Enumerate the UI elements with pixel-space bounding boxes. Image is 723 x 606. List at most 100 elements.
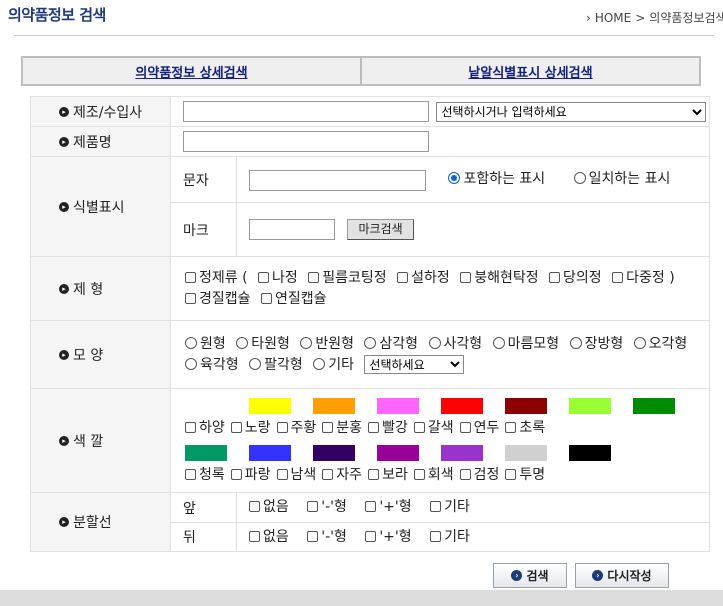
radio-rectangle[interactable]: 장방형	[569, 334, 623, 355]
radio-control[interactable]	[569, 336, 582, 349]
identifier-text-input[interactable]	[249, 170, 426, 191]
color-checkbox[interactable]: 노랑	[230, 418, 271, 439]
radio-triangle[interactable]: 삼각형	[364, 334, 418, 355]
tab-drug-info-detail-search[interactable]: 의약품정보 상세검색	[23, 58, 360, 84]
manufacturer-select[interactable]: 선택하시거나 입력하세요	[436, 101, 707, 122]
checkbox-control[interactable]	[459, 468, 471, 480]
checkbox-control[interactable]	[505, 468, 517, 480]
color-checkbox[interactable]: 하양	[185, 418, 225, 439]
product-name-input[interactable]	[183, 131, 429, 152]
back-plus[interactable]: '+'형	[365, 527, 412, 548]
radio-control[interactable]	[185, 336, 197, 349]
search-button[interactable]: › 검색	[493, 563, 567, 588]
checkbox-control[interactable]	[549, 271, 561, 283]
checkbox-control[interactable]	[258, 271, 270, 283]
checkbox-control[interactable]	[249, 501, 260, 512]
checkbox-multilayer[interactable]: 다중정 )	[612, 268, 675, 289]
mark-input[interactable]	[249, 218, 335, 240]
radio-other-shape[interactable]: 기타	[313, 355, 354, 376]
checkbox-sublingual[interactable]: 설하정	[397, 268, 450, 289]
color-checkbox[interactable]: 검정	[459, 465, 499, 486]
checkbox-control[interactable]	[322, 468, 334, 480]
checkbox-control[interactable]	[308, 271, 320, 283]
radio-control[interactable]	[364, 336, 377, 349]
radio-contains-control[interactable]	[448, 172, 461, 184]
manufacturer-input[interactable]	[183, 101, 429, 122]
checkbox-control[interactable]	[365, 501, 377, 512]
back-minus[interactable]: '-'형	[307, 527, 347, 548]
color-checkbox[interactable]: 파랑	[230, 465, 271, 486]
checkbox-control[interactable]	[413, 468, 425, 480]
tab-pill-id-detail-search[interactable]: 낱알식별표시 상세검색	[360, 58, 699, 84]
checkbox-control[interactable]	[185, 271, 196, 283]
checkbox-control[interactable]	[276, 468, 288, 480]
color-checkbox[interactable]: 분홍	[322, 418, 362, 439]
radio-exact[interactable]: 일치하는 표시	[573, 171, 670, 187]
checkbox-film-coated[interactable]: 필름코팅정	[308, 268, 387, 289]
radio-control[interactable]	[313, 357, 326, 370]
color-checkbox[interactable]: 연두	[459, 418, 499, 439]
radio-control[interactable]	[492, 336, 505, 349]
checkbox-control[interactable]	[307, 530, 319, 542]
checkbox-control[interactable]	[430, 501, 442, 512]
checkbox-control[interactable]	[185, 468, 196, 480]
front-minus[interactable]: '-'형	[307, 497, 347, 518]
radio-round[interactable]: 원형	[185, 334, 226, 355]
front-other[interactable]: 기타	[430, 497, 470, 518]
back-none[interactable]: 없음	[249, 527, 289, 548]
checkbox-control[interactable]	[230, 421, 242, 433]
checkbox-control[interactable]	[612, 271, 624, 283]
color-checkbox[interactable]: 투명	[505, 465, 545, 486]
radio-control[interactable]	[249, 357, 262, 370]
checkbox-control[interactable]	[322, 421, 334, 433]
color-checkbox[interactable]: 주황	[276, 418, 316, 439]
checkbox-tablet[interactable]: 정제류 (	[185, 268, 248, 289]
checkbox-control[interactable]	[460, 271, 472, 283]
radio-control[interactable]	[300, 336, 313, 349]
checkbox-soft-capsule[interactable]: 연질캡슐	[260, 289, 327, 310]
back-other[interactable]: 기타	[430, 527, 470, 548]
checkbox-sugar-coated[interactable]: 당의정	[549, 268, 602, 289]
radio-hexagon[interactable]: 육각형	[185, 355, 239, 376]
radio-contains[interactable]: 포함하는 표시	[448, 171, 545, 187]
checkbox-control[interactable]	[397, 271, 409, 283]
mark-search-button[interactable]: 마크검색	[347, 219, 414, 241]
checkbox-control[interactable]	[413, 421, 425, 433]
reset-button[interactable]: › 다시작성	[575, 563, 669, 588]
color-checkbox[interactable]: 갈색	[413, 418, 454, 439]
checkbox-control[interactable]	[249, 530, 260, 542]
checkbox-control[interactable]	[185, 421, 196, 433]
checkbox-control[interactable]	[260, 292, 272, 304]
checkbox-hard-capsule[interactable]: 경질캡슐	[185, 289, 251, 310]
radio-exact-control[interactable]	[573, 172, 586, 184]
color-checkbox[interactable]: 자주	[322, 465, 362, 486]
checkbox-control[interactable]	[307, 501, 319, 512]
radio-oval[interactable]: 타원형	[236, 334, 290, 355]
checkbox-dispersible[interactable]: 붕해현탁정	[460, 268, 539, 289]
checkbox-control[interactable]	[230, 468, 242, 480]
breadcrumb-home[interactable]: HOME	[595, 11, 631, 25]
radio-semicircle[interactable]: 반원형	[300, 334, 354, 355]
color-checkbox[interactable]: 청록	[185, 465, 225, 486]
color-checkbox[interactable]: 보라	[368, 465, 408, 486]
radio-square[interactable]: 사각형	[428, 334, 482, 355]
radio-control[interactable]	[185, 357, 197, 370]
checkbox-control[interactable]	[368, 421, 380, 433]
radio-control[interactable]	[236, 336, 249, 349]
checkbox-control[interactable]	[368, 468, 380, 480]
checkbox-control[interactable]	[459, 421, 471, 433]
shape-other-select[interactable]: 선택하세요	[364, 355, 465, 374]
color-checkbox[interactable]: 남색	[276, 465, 316, 486]
checkbox-control[interactable]	[276, 421, 288, 433]
front-none[interactable]: 없음	[249, 497, 289, 518]
checkbox-uncoated[interactable]: 나정	[258, 268, 298, 289]
checkbox-control[interactable]	[365, 530, 377, 542]
color-checkbox[interactable]: 초록	[505, 418, 545, 439]
color-checkbox[interactable]: 회색	[413, 465, 454, 486]
front-plus[interactable]: '+'형	[365, 497, 412, 518]
breadcrumb-current[interactable]: 의약품정보검색	[649, 11, 723, 25]
checkbox-control[interactable]	[185, 292, 196, 304]
radio-control[interactable]	[428, 336, 441, 349]
checkbox-control[interactable]	[505, 421, 517, 433]
color-checkbox[interactable]: 빨강	[368, 418, 408, 439]
